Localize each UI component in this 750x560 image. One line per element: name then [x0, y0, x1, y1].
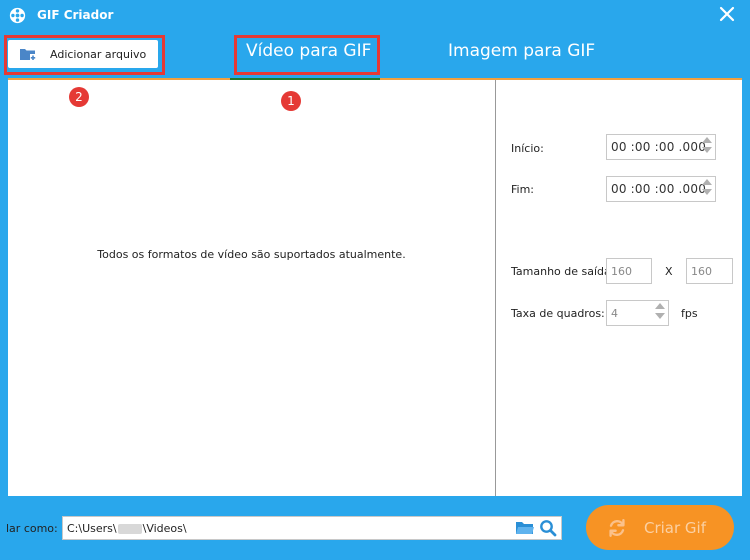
redacted-username: [117, 524, 142, 534]
title-bar: GIF Criador: [0, 0, 750, 30]
frame-rate-value: 4: [611, 307, 618, 320]
frame-rate-label: Taxa de quadros:: [511, 307, 605, 320]
output-size-label: Tamanho de saída:: [511, 265, 615, 278]
height-value: 160: [691, 265, 712, 278]
width-value: 160: [611, 265, 632, 278]
save-as-label: lar como:: [6, 522, 58, 535]
folder-icon[interactable]: [515, 520, 535, 536]
step-marker-1: 1: [281, 91, 301, 111]
width-input[interactable]: 160: [606, 258, 652, 284]
end-time-spinner[interactable]: [702, 179, 712, 199]
panel-divider: [495, 80, 496, 496]
create-gif-label: Criar Gif: [644, 518, 707, 537]
step-marker-2: 2: [69, 87, 89, 107]
end-time-field[interactable]: 00 :00 :00 .000: [606, 176, 716, 202]
frame-rate-spinner[interactable]: [655, 303, 665, 323]
film-reel-icon: [9, 7, 26, 24]
start-time-spinner[interactable]: [702, 137, 712, 157]
highlight-box-video-tab: [234, 35, 380, 75]
main-panel: Todos os formatos de vídeo são suportado…: [8, 80, 742, 496]
start-time-field[interactable]: 00 :00 :00 .000: [606, 134, 716, 160]
app-window: GIF Criador Adicionar arquivo Vídeo para…: [0, 0, 750, 560]
highlight-box-add-file: [4, 35, 165, 75]
close-icon[interactable]: [718, 5, 736, 23]
end-time-value: 00 :00 :00 .000: [611, 182, 707, 196]
start-label: Início:: [511, 142, 544, 155]
frame-rate-input[interactable]: 4: [606, 300, 669, 326]
start-time-value: 00 :00 :00 .000: [611, 140, 707, 154]
end-label: Fim:: [511, 183, 535, 196]
app-title: GIF Criador: [37, 8, 114, 22]
size-times-sign: X: [665, 265, 673, 278]
drop-zone-message: Todos os formatos de vídeo são suportado…: [97, 248, 406, 261]
create-gif-button[interactable]: Criar Gif: [586, 505, 734, 550]
search-icon[interactable]: [539, 519, 557, 537]
tab-image-to-gif[interactable]: Imagem para GIF: [448, 41, 595, 61]
output-path-value: C:\Users\ \Videos\: [67, 522, 187, 535]
height-input[interactable]: 160: [686, 258, 733, 284]
output-path-field[interactable]: C:\Users\ \Videos\: [62, 516, 562, 540]
refresh-icon: [609, 518, 625, 537]
fps-unit: fps: [681, 307, 698, 320]
